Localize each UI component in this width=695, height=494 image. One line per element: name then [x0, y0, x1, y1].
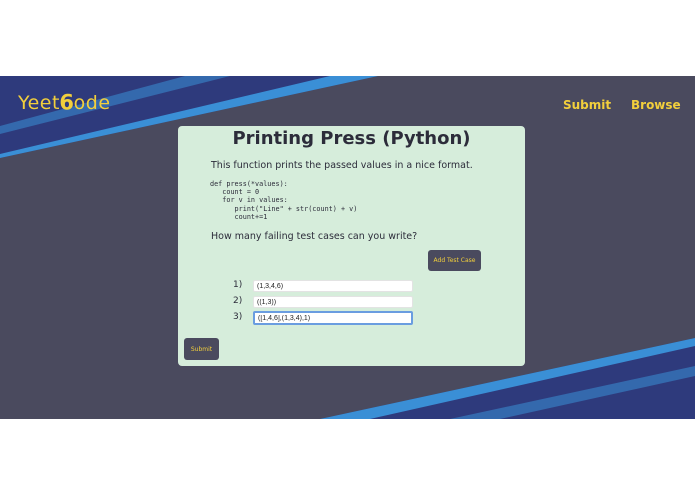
code-snippet: def press(*values): count = 0 for v in v…	[210, 180, 358, 221]
test-case-input-focused[interactable]	[253, 311, 413, 325]
test-case-number: 2)	[233, 296, 243, 306]
test-case-number: 1)	[233, 280, 243, 290]
add-test-case-button[interactable]: Add Test Case	[428, 250, 481, 271]
logo-mark: 6	[59, 90, 75, 116]
problem-card: Printing Press (Python) This function pr…	[178, 126, 525, 366]
test-case-input[interactable]	[253, 296, 413, 308]
problem-description: This function prints the passed values i…	[211, 160, 473, 171]
app-frame: Yeet6ode Submit Browse Printing Press (P…	[0, 76, 695, 419]
submit-button[interactable]: Submit	[184, 338, 219, 360]
problem-title: Printing Press (Python)	[232, 128, 471, 149]
nav-submit-link[interactable]: Submit	[563, 98, 611, 112]
nav-browse-link[interactable]: Browse	[631, 98, 681, 112]
problem-question: How many failing test cases can you writ…	[211, 231, 418, 242]
logo-suffix: ode	[73, 92, 111, 114]
test-case-input[interactable]	[253, 280, 413, 292]
test-case-number: 3)	[233, 312, 243, 322]
yeetcode-logo[interactable]: Yeet6ode	[18, 90, 111, 116]
logo-prefix: Yeet	[18, 92, 60, 114]
